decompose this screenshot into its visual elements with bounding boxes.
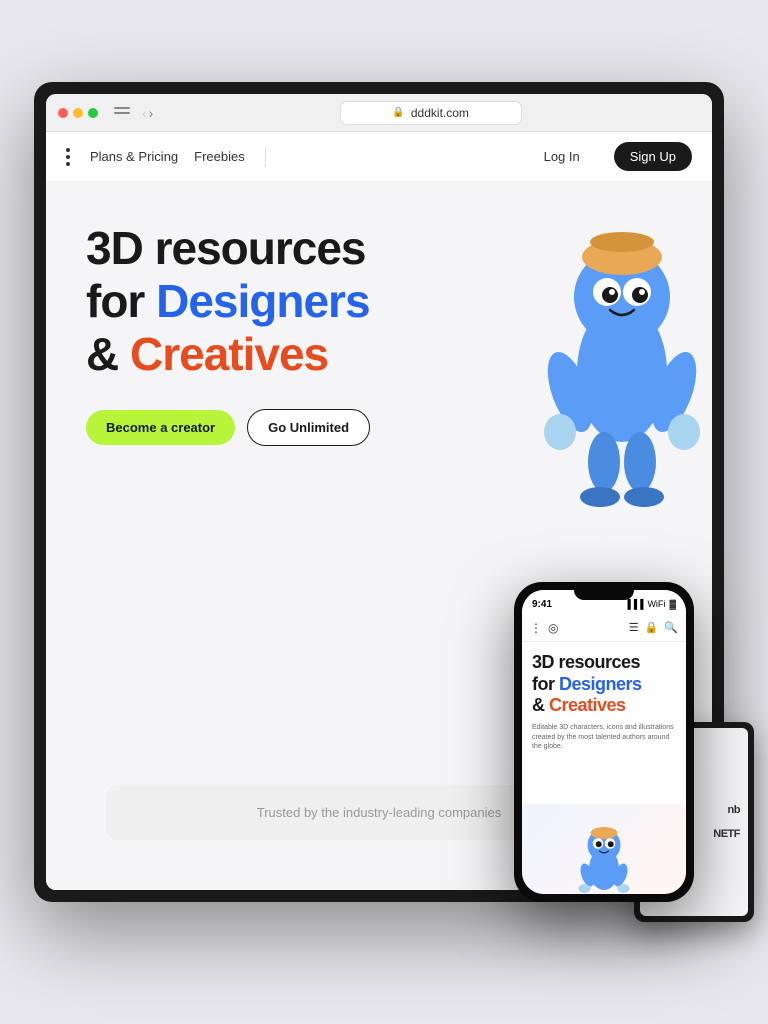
menu-dots-icon[interactable] bbox=[66, 148, 70, 166]
phone-nav-icon3[interactable]: 🔍 bbox=[664, 621, 678, 634]
go-unlimited-button[interactable]: Go Unlimited bbox=[247, 409, 370, 446]
phone-image-area bbox=[522, 804, 686, 894]
browser-toolbar: ‹ › 🔒 dddkit.com bbox=[46, 94, 712, 132]
phone-notch bbox=[574, 590, 634, 600]
close-button[interactable] bbox=[58, 108, 68, 118]
phone-hl1: 3D resources bbox=[532, 652, 640, 672]
signup-button[interactable]: Sign Up bbox=[614, 142, 692, 171]
signal-icon: ▐▐▐ bbox=[624, 599, 643, 609]
tablet-logo-netflix: NETF bbox=[713, 828, 740, 840]
address-bar: 🔒 dddkit.com bbox=[201, 102, 660, 124]
phone-content: 3D resources for Designers & Creatives E… bbox=[522, 642, 686, 894]
nav-links: Plans & Pricing Freebies bbox=[90, 149, 245, 164]
login-button[interactable]: Log In bbox=[530, 143, 594, 170]
url-text: dddkit.com bbox=[411, 106, 469, 120]
monitor-wrapper: ‹ › 🔒 dddkit.com Plans & Pricing Fre bbox=[34, 82, 734, 942]
become-creator-button[interactable]: Become a creator bbox=[86, 410, 235, 445]
phone-hl3: & bbox=[532, 695, 549, 715]
tablet-logo-nb: nb bbox=[728, 804, 740, 816]
nav-arrows: ‹ › bbox=[142, 106, 153, 120]
forward-arrow-icon[interactable]: › bbox=[149, 106, 154, 120]
battery-icon: ▓ bbox=[669, 599, 676, 609]
nav-divider bbox=[265, 147, 266, 167]
phone-nav-icon1[interactable]: ☰ bbox=[629, 621, 639, 634]
traffic-lights bbox=[58, 108, 98, 118]
phone-nav: ⋮ ◎ ☰ 🔒 🔍 bbox=[522, 614, 686, 642]
maximize-button[interactable] bbox=[88, 108, 98, 118]
nav-plans-pricing[interactable]: Plans & Pricing bbox=[90, 149, 178, 164]
headline-line3: & bbox=[86, 328, 130, 380]
hero-headline: 3D resources for Designers & Creatives bbox=[86, 222, 586, 381]
headline-designers: Designers bbox=[156, 275, 369, 327]
phone-overlay: 9:41 ▐▐▐ WiFi ▓ ⋮ ◎ ☰ 🔒 🔍 3D r bbox=[514, 582, 694, 902]
headline-line2: for bbox=[86, 275, 156, 327]
hero-character bbox=[522, 192, 712, 512]
back-arrow-icon[interactable]: ‹ bbox=[142, 106, 147, 120]
phone-time: 9:41 bbox=[532, 599, 552, 610]
phone-sub-text: Editable 3D characters, icons and illust… bbox=[532, 723, 676, 752]
phone-creatives: Creatives bbox=[549, 695, 626, 715]
site-nav: Plans & Pricing Freebies Log In Sign Up bbox=[46, 132, 712, 182]
phone-headline: 3D resources for Designers & Creatives bbox=[532, 652, 676, 717]
headline-creatives: Creatives bbox=[130, 328, 328, 380]
phone-screen: 9:41 ▐▐▐ WiFi ▓ ⋮ ◎ ☰ 🔒 🔍 3D r bbox=[522, 590, 686, 894]
minimize-button[interactable] bbox=[73, 108, 83, 118]
phone-menu-icon[interactable]: ⋮ bbox=[530, 621, 542, 635]
sidebar-toggle-icon[interactable] bbox=[114, 107, 130, 119]
tablet-logos: nb NETF bbox=[713, 804, 740, 840]
nav-freebies[interactable]: Freebies bbox=[194, 149, 245, 164]
phone-nav-actions: ☰ 🔒 🔍 bbox=[629, 621, 678, 634]
phone-nav-icon2[interactable]: 🔒 bbox=[645, 621, 659, 634]
lock-icon: 🔒 bbox=[392, 107, 404, 118]
wifi-icon: WiFi bbox=[647, 599, 665, 609]
phone-hl2: for bbox=[532, 674, 559, 694]
phone-logo-icon: ◎ bbox=[548, 621, 558, 635]
phone-designers: Designers bbox=[559, 674, 642, 694]
headline-line1: 3D resources bbox=[86, 222, 366, 274]
url-bar[interactable]: 🔒 dddkit.com bbox=[341, 102, 521, 124]
phone-status-icons: ▐▐▐ WiFi ▓ bbox=[624, 599, 676, 609]
